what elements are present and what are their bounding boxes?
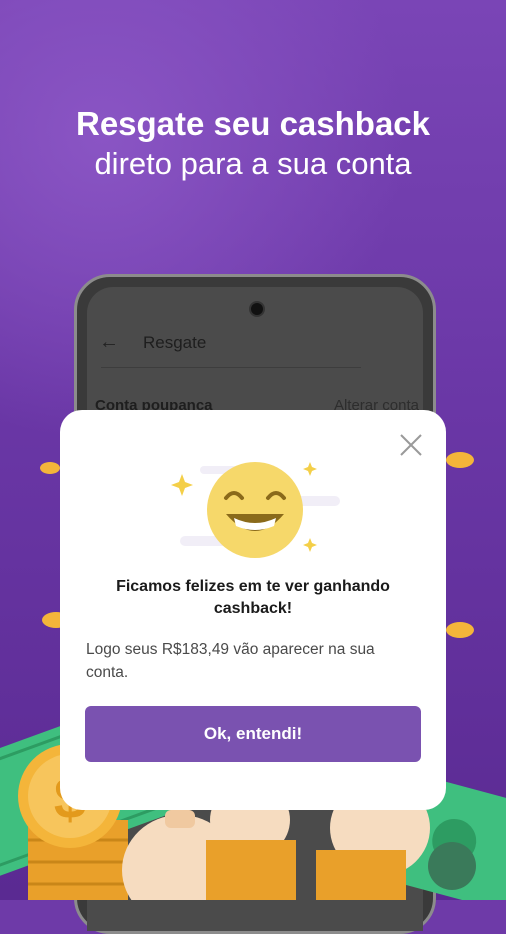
coin-stack-right [316, 850, 406, 900]
modal-body: Logo seus R$183,49 vão aparecer na sua c… [86, 641, 375, 681]
floating-action-button [428, 842, 476, 890]
floating-coin [446, 452, 474, 468]
floating-coin [446, 622, 474, 638]
coin-stack-middle [206, 840, 296, 900]
success-modal: Ficamos felizes em te ver ganhando cashb… [60, 410, 446, 810]
floating-coin [40, 462, 60, 474]
ok-button[interactable]: Ok, entendi! [85, 706, 421, 762]
close-icon[interactable] [398, 432, 424, 458]
smiling-face-icon [171, 462, 340, 558]
modal-title: Ficamos felizes em te ver ganhando cashb… [116, 578, 390, 617]
